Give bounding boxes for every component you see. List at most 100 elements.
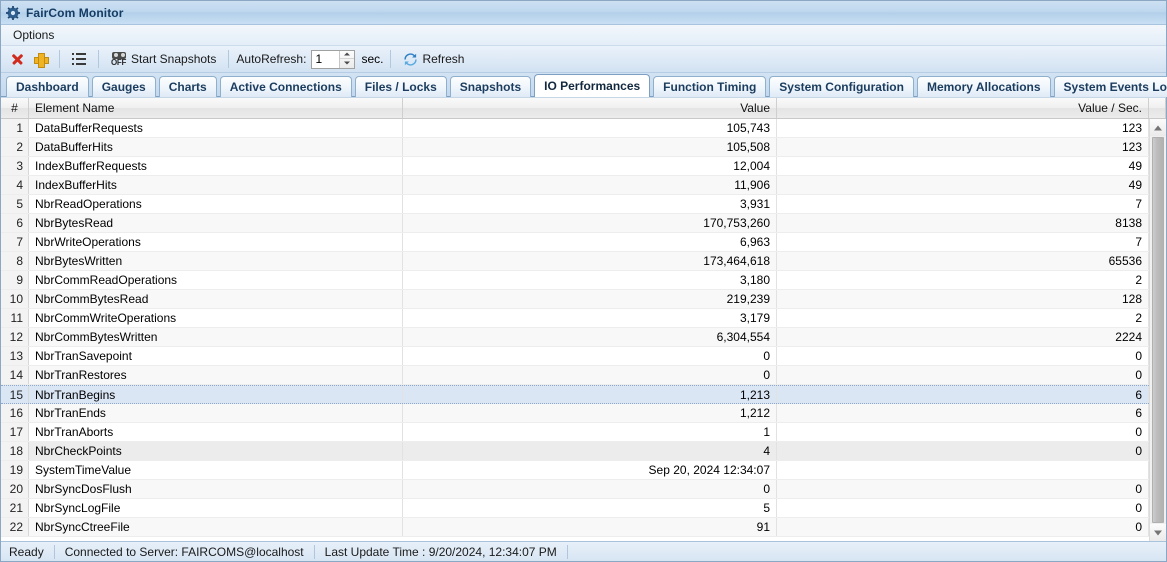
row-index-cell: 6 xyxy=(1,214,29,232)
table-row[interactable]: 18 NbrCheckPoints 4 0 xyxy=(1,442,1149,461)
value-per-sec-cell: 8138 xyxy=(777,214,1149,232)
element-name-cell: NbrTranBegins xyxy=(29,386,403,403)
value-per-sec-cell: 128 xyxy=(777,290,1149,308)
grid-rows: 1 DataBufferRequests 105,743 123 2 DataBuffer… xyxy=(1,119,1149,541)
stepper-down-button[interactable] xyxy=(340,59,354,68)
column-header-index[interactable]: # xyxy=(1,98,29,118)
value-per-sec-cell: 65536 xyxy=(777,252,1149,270)
autorefresh-stepper[interactable] xyxy=(311,49,356,69)
status-last-update: Last Update Time : 9/20/2024, 12:34:07 P… xyxy=(324,544,557,559)
element-name-cell: NbrBytesWritten xyxy=(29,252,403,270)
start-snapshots-button[interactable]: OFF Start Snapshots xyxy=(106,48,221,71)
table-row[interactable]: 4 IndexBufferHits 11,906 49 xyxy=(1,176,1149,195)
table-row[interactable]: 22 NbrSyncCtreeFile 91 0 xyxy=(1,518,1149,537)
table-row[interactable]: 6 NbrBytesRead 170,753,260 8138 xyxy=(1,214,1149,233)
value-cell: 1,212 xyxy=(403,404,777,422)
value-per-sec-cell: 6 xyxy=(777,386,1149,403)
refresh-icon xyxy=(403,52,418,67)
refresh-button[interactable]: Refresh xyxy=(398,48,469,71)
element-name-cell: NbrReadOperations xyxy=(29,195,403,213)
table-row[interactable]: 3 IndexBufferRequests 12,004 49 xyxy=(1,157,1149,176)
stepper-up-button[interactable] xyxy=(340,51,355,59)
row-index-cell: 5 xyxy=(1,195,29,213)
stepper-buttons[interactable] xyxy=(339,50,355,68)
grid-body: 1 DataBufferRequests 105,743 123 2 DataBuffer… xyxy=(1,119,1166,541)
value-cell: 105,743 xyxy=(403,119,777,137)
column-header-value[interactable]: Value xyxy=(403,98,777,118)
row-index-cell: 13 xyxy=(1,347,29,365)
table-row[interactable]: 2 DataBufferHits 105,508 123 xyxy=(1,138,1149,157)
value-cell: 173,464,618 xyxy=(403,252,777,270)
element-name-cell: IndexBufferRequests xyxy=(29,157,403,175)
toolbar-separator xyxy=(390,50,392,68)
tab-charts[interactable]: Charts xyxy=(158,76,217,97)
table-row[interactable]: 17 NbrTranAborts 1 0 xyxy=(1,423,1149,442)
tab-label: IO Performances xyxy=(544,79,641,93)
tab-gauges[interactable]: Gauges xyxy=(91,76,156,97)
table-row[interactable]: 5 NbrReadOperations 3,931 7 xyxy=(1,195,1149,214)
autorefresh-label: AutoRefresh: xyxy=(236,52,307,66)
table-row[interactable]: 13 NbrTranSavepoint 0 0 xyxy=(1,347,1149,366)
table-row[interactable]: 11 NbrCommWriteOperations 3,179 2 xyxy=(1,309,1149,328)
arrow-down-icon[interactable] xyxy=(1150,524,1166,541)
tab-function-timing[interactable]: Function Timing xyxy=(653,76,767,97)
value-per-sec-cell: 6 xyxy=(777,404,1149,422)
table-row[interactable]: 10 NbrCommBytesRead 219,239 128 xyxy=(1,290,1149,309)
column-header-value-per-sec[interactable]: Value / Sec. xyxy=(777,98,1149,118)
row-index-cell: 19 xyxy=(1,461,29,479)
tab-files-locks[interactable]: Files / Locks xyxy=(354,76,447,97)
value-per-sec-cell: 0 xyxy=(777,347,1149,365)
row-index-cell: 1 xyxy=(1,119,29,137)
gear-icon xyxy=(6,5,20,20)
table-row[interactable]: 8 NbrBytesWritten 173,464,618 65536 xyxy=(1,252,1149,271)
vertical-scrollbar[interactable] xyxy=(1149,119,1166,541)
tab-system-configuration[interactable]: System Configuration xyxy=(769,76,914,97)
scrollbar-track[interactable] xyxy=(1150,136,1166,524)
table-row[interactable]: 1 DataBufferRequests 105,743 123 xyxy=(1,119,1149,138)
table-row[interactable]: 15 NbrTranBegins 1,213 6 xyxy=(1,385,1149,404)
table-row[interactable]: 19 SystemTimeValue Sep 20, 2024 12:34:07 xyxy=(1,461,1149,480)
tab-snapshots[interactable]: Snapshots xyxy=(449,76,532,97)
arrow-up-icon[interactable] xyxy=(1150,119,1166,136)
tab-io-performances[interactable]: IO Performances xyxy=(534,74,651,97)
table-row[interactable]: 21 NbrSyncLogFile 5 0 xyxy=(1,499,1149,518)
value-cell: 6,963 xyxy=(403,233,777,251)
row-index-cell: 11 xyxy=(1,309,29,327)
table-row[interactable]: 14 NbrTranRestores 0 0 xyxy=(1,366,1149,385)
value-cell: 170,753,260 xyxy=(403,214,777,232)
tab-active-connections[interactable]: Active Connections xyxy=(219,76,352,97)
add-button[interactable] xyxy=(29,48,52,71)
row-index-cell: 15 xyxy=(1,386,29,403)
tab-system-events-log[interactable]: System Events Log xyxy=(1053,76,1167,97)
element-name-cell: NbrTranRestores xyxy=(29,366,403,384)
faircom-monitor-window: FairCom Monitor Options OFF Start Snapsh… xyxy=(0,0,1167,562)
table-row[interactable]: 7 NbrWriteOperations 6,963 7 xyxy=(1,233,1149,252)
value-cell: 3,180 xyxy=(403,271,777,289)
table-row[interactable]: 20 NbrSyncDosFlush 0 0 xyxy=(1,480,1149,499)
value-per-sec-cell: 2224 xyxy=(777,328,1149,346)
tab-dashboard[interactable]: Dashboard xyxy=(6,76,89,97)
table-row[interactable]: 9 NbrCommReadOperations 3,180 2 xyxy=(1,271,1149,290)
tab-strip: Dashboard Gauges Charts Active Connectio… xyxy=(1,73,1167,97)
tab-memory-allocations[interactable]: Memory Allocations xyxy=(916,76,1051,97)
tab-label: Files / Locks xyxy=(364,80,437,94)
column-header-element-name[interactable]: Element Name xyxy=(29,98,403,118)
start-snapshots-label: Start Snapshots xyxy=(131,52,217,66)
tab-label: Snapshots xyxy=(459,80,522,94)
menu-item-options[interactable]: Options xyxy=(8,27,59,43)
row-index-cell: 14 xyxy=(1,366,29,384)
delete-button[interactable] xyxy=(5,48,29,71)
list-icon xyxy=(72,53,86,65)
value-per-sec-cell: 2 xyxy=(777,309,1149,327)
table-row[interactable]: 16 NbrTranEnds 1,212 6 xyxy=(1,404,1149,423)
row-index-cell: 22 xyxy=(1,518,29,536)
table-row[interactable]: 12 NbrCommBytesWritten 6,304,554 2224 xyxy=(1,328,1149,347)
value-per-sec-cell: 0 xyxy=(777,480,1149,498)
value-per-sec-cell: 123 xyxy=(777,138,1149,156)
value-per-sec-cell: 0 xyxy=(777,518,1149,536)
autorefresh-input[interactable] xyxy=(312,50,340,68)
list-view-button[interactable] xyxy=(67,48,91,71)
scrollbar-thumb[interactable] xyxy=(1152,137,1164,523)
seconds-label: sec. xyxy=(361,52,384,66)
row-index-cell: 21 xyxy=(1,499,29,517)
